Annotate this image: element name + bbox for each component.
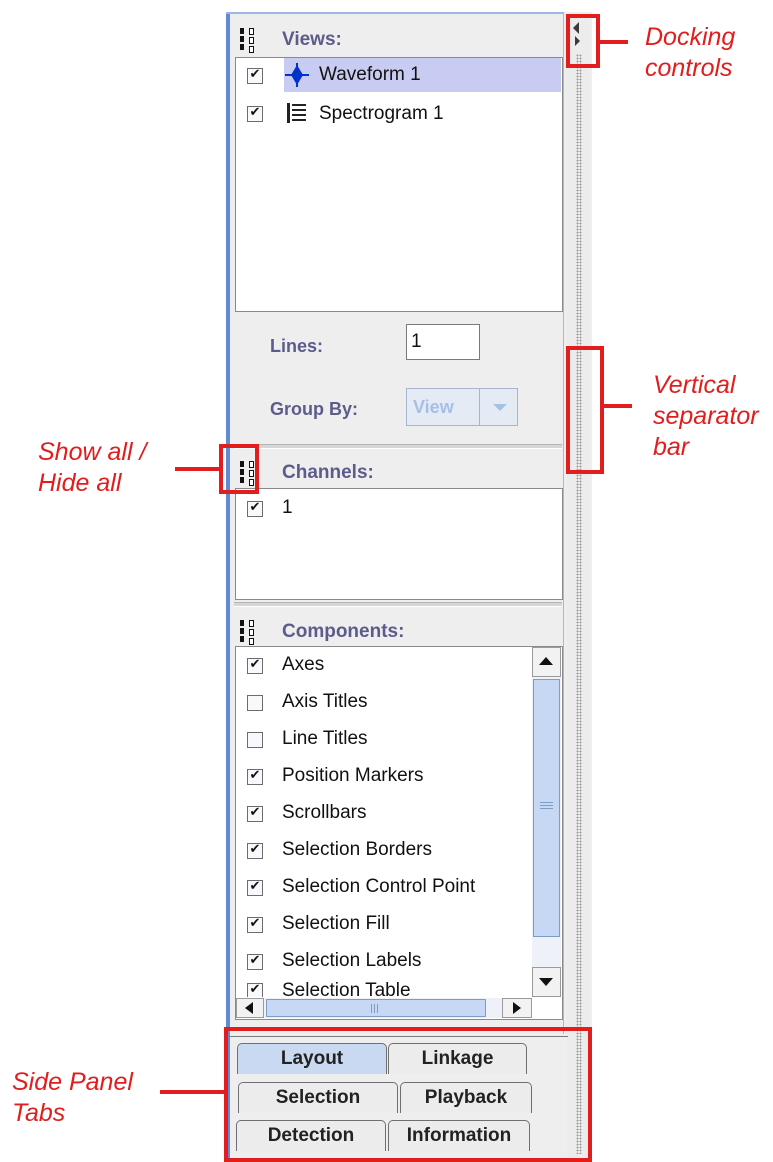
- component-selection-control-point-label[interactable]: Selection Control Point: [282, 876, 475, 898]
- panel-right-border: [563, 12, 564, 1034]
- side-panel-tabs-pointer: [160, 1090, 224, 1094]
- show-hide-all-annotation: Show all / Hide all: [38, 438, 147, 497]
- views-list[interactable]: Waveform 1 Spectrogram 1: [235, 57, 563, 312]
- component-axis-titles-label[interactable]: Axis Titles: [282, 691, 368, 713]
- views-item-waveform-label[interactable]: Waveform 1: [319, 64, 421, 86]
- views-item-spectrogram-checkbox[interactable]: [247, 106, 263, 122]
- docking-controls-annotation: Docking controls: [645, 23, 736, 82]
- component-scrollbars-checkbox[interactable]: [247, 806, 263, 822]
- side-panel-tabs-annotation: Side Panel Tabs: [12, 1068, 133, 1127]
- component-line-titles-checkbox[interactable]: [247, 732, 263, 748]
- scroll-left-button[interactable]: [236, 998, 264, 1018]
- separator-bar-annotation: Vertical separator bar: [653, 371, 759, 461]
- components-vertical-scrollbar[interactable]: [532, 647, 561, 997]
- components-title: Components:: [282, 621, 405, 642]
- channel-1-checkbox[interactable]: [247, 501, 263, 517]
- component-selection-labels-checkbox[interactable]: [247, 954, 263, 970]
- spectrogram-icon: [286, 102, 308, 124]
- component-selection-fill-label[interactable]: Selection Fill: [282, 913, 390, 935]
- chevron-down-icon: [493, 404, 507, 411]
- side-panel-tabs-highlight: [224, 1027, 592, 1162]
- show-hide-all-pointer: [175, 467, 219, 471]
- separator-bar-highlight: [566, 346, 604, 474]
- group-by-label: Group By:: [270, 399, 358, 419]
- component-selection-table-checkbox[interactable]: [247, 983, 263, 997]
- arrow-down-icon: [539, 978, 553, 986]
- scroll-right-button[interactable]: [502, 998, 532, 1018]
- component-selection-table-label[interactable]: Selection Table: [282, 980, 411, 997]
- component-position-markers-checkbox[interactable]: [247, 769, 263, 785]
- docking-controls-pointer: [600, 40, 628, 44]
- components-list[interactable]: Axes Axis Titles Line Titles Position Ma…: [235, 646, 563, 1020]
- channels-title: Channels:: [282, 462, 374, 483]
- channels-components-splitter[interactable]: [234, 602, 562, 607]
- component-selection-fill-checkbox[interactable]: [247, 917, 263, 933]
- component-line-titles-label[interactable]: Line Titles: [282, 728, 368, 750]
- scroll-down-button[interactable]: [532, 967, 561, 997]
- views-channels-splitter[interactable]: [234, 444, 562, 449]
- waveform-icon: [284, 62, 310, 88]
- channels-list[interactable]: 1: [235, 488, 563, 600]
- component-selection-control-point-checkbox[interactable]: [247, 880, 263, 896]
- horizontal-scroll-thumb[interactable]: [266, 999, 486, 1017]
- group-by-select[interactable]: View: [406, 388, 518, 426]
- views-item-spectrogram-label[interactable]: Spectrogram 1: [319, 103, 444, 125]
- component-scrollbars-label[interactable]: Scrollbars: [282, 802, 366, 824]
- components-show-hide-all-toggle[interactable]: [239, 619, 259, 645]
- component-position-markers-label[interactable]: Position Markers: [282, 765, 424, 787]
- docking-controls-highlight: [566, 14, 600, 68]
- component-axis-titles-checkbox[interactable]: [247, 695, 263, 711]
- panel-top-border: [226, 12, 564, 14]
- arrow-up-icon: [539, 657, 553, 665]
- views-title: Views:: [282, 29, 342, 50]
- scroll-up-button[interactable]: [532, 647, 561, 677]
- components-horizontal-scrollbar[interactable]: [236, 998, 532, 1018]
- scroll-thumb[interactable]: [533, 679, 560, 937]
- channel-1-label[interactable]: 1: [282, 497, 293, 519]
- component-axes-checkbox[interactable]: [247, 658, 263, 674]
- views-item-waveform-checkbox[interactable]: [247, 68, 263, 84]
- arrow-right-icon: [513, 1002, 521, 1014]
- component-selection-borders-checkbox[interactable]: [247, 843, 263, 859]
- component-selection-borders-label[interactable]: Selection Borders: [282, 839, 432, 861]
- arrow-left-icon: [245, 1002, 253, 1014]
- panel-left-border: [226, 12, 230, 1162]
- show-hide-all-highlight: [219, 444, 259, 494]
- separator-bar-pointer: [604, 404, 632, 408]
- components-list-viewport: Axes Axis Titles Line Titles Position Ma…: [236, 647, 530, 997]
- component-axes-label[interactable]: Axes: [282, 654, 324, 676]
- vertical-separator-bar[interactable]: [567, 14, 589, 1162]
- component-selection-labels-label[interactable]: Selection Labels: [282, 950, 421, 972]
- lines-label: Lines:: [270, 336, 324, 356]
- views-show-hide-all-toggle[interactable]: [239, 27, 259, 53]
- group-by-value: View: [413, 397, 454, 417]
- lines-field-value: 1: [411, 331, 422, 352]
- lines-field[interactable]: 1: [406, 324, 480, 360]
